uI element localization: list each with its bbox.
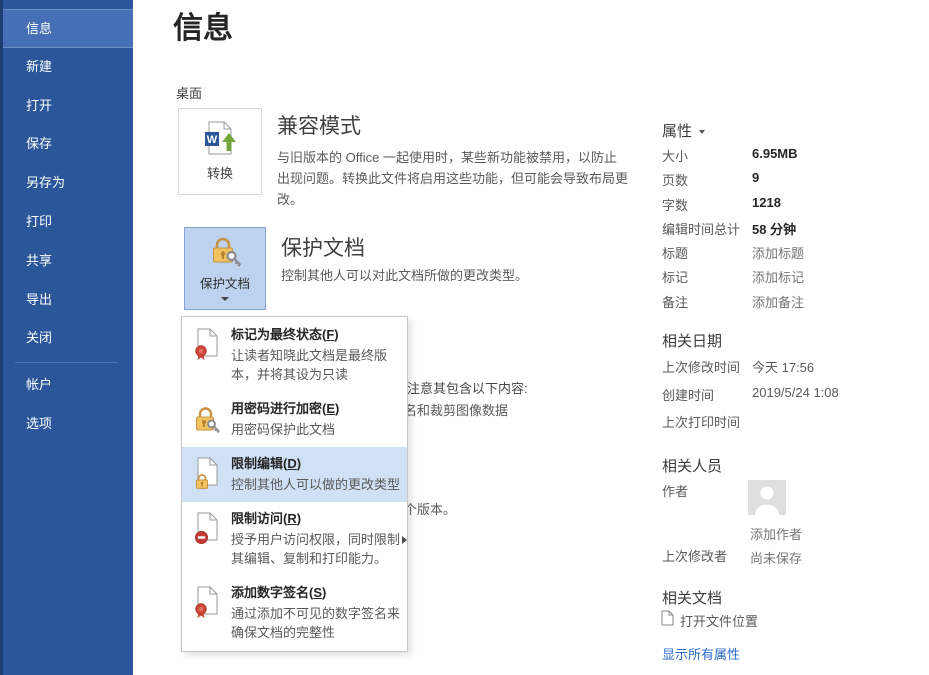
add-title-field[interactable]: 添加标题 <box>752 243 804 262</box>
menu-item-restrict-editing[interactable]: 限制编辑(D) 控制其他人可以做的更改类型 <box>182 447 407 502</box>
sidebar-item-new[interactable]: 新建 <box>0 48 133 87</box>
properties-rows: 大小 6.95MB 页数 9 字数 1218 编辑时间总计 58 分钟 标题 添… <box>662 146 922 316</box>
submenu-arrow-icon <box>402 536 407 544</box>
size-value: 6.95MB <box>752 146 798 161</box>
sidebar-divider <box>15 362 118 363</box>
protect-document-description: 控制其他人可以对此文档所做的更改类型。 <box>281 265 528 284</box>
open-file-location-button[interactable]: 打开文件位置 <box>661 610 758 631</box>
document-ribbon-icon <box>194 328 220 360</box>
last-modified-by-label: 上次修改者 <box>662 546 727 565</box>
lock-key-icon <box>194 402 220 434</box>
property-row-comments: 备注 添加备注 <box>662 292 922 316</box>
menu-item-description: 通过添加不可见的数字签名来确保文档的完整性 <box>231 604 402 642</box>
document-lock-icon <box>194 457 220 489</box>
backstage-sidebar: 信息 新建 打开 保存 另存为 打印 共享 导出 关闭 帐户 选项 <box>0 0 133 675</box>
document-ribbon-icon <box>194 586 220 618</box>
property-row-size: 大小 6.95MB <box>662 146 922 170</box>
svg-text:W: W <box>207 134 218 146</box>
related-dates-rows: 上次修改时间 今天 17:56 创建时间 2019/5/24 1:08 上次打印… <box>662 357 922 440</box>
property-row-words: 字数 1218 <box>662 195 922 219</box>
sidebar-item-info[interactable]: 信息 <box>0 9 133 48</box>
related-dates-heading: 相关日期 <box>662 330 722 351</box>
convert-button-label: 转换 <box>207 163 233 182</box>
menu-item-add-digital-signature[interactable]: 添加数字签名(S) 通过添加不可见的数字签名来确保文档的完整性 <box>182 576 407 650</box>
lock-key-icon <box>208 236 242 270</box>
sidebar-item-share[interactable]: 共享 <box>0 242 133 281</box>
sidebar-item-close[interactable]: 关闭 <box>0 319 133 358</box>
chevron-down-icon <box>699 130 705 134</box>
date-row-created: 创建时间 2019/5/24 1:08 <box>662 385 922 413</box>
sidebar-item-save-as[interactable]: 另存为 <box>0 164 133 203</box>
protect-document-heading: 保护文档 <box>281 232 365 262</box>
inspect-document-item-fragment: 名和裁剪图像数据 <box>404 400 508 419</box>
word-convert-icon: W <box>201 121 239 158</box>
sidebar-item-export[interactable]: 导出 <box>0 281 133 320</box>
sidebar-item-save[interactable]: 保存 <box>0 125 133 164</box>
pages-value: 9 <box>752 170 759 185</box>
menu-item-title: 标记为最终状态(F) <box>231 327 402 343</box>
sidebar-item-options[interactable]: 选项 <box>0 405 133 444</box>
editing-time-value: 58 分钟 <box>752 219 796 238</box>
document-no-entry-icon <box>194 512 220 544</box>
menu-item-title: 用密码进行加密(E) <box>231 401 402 417</box>
created-value: 2019/5/24 1:08 <box>752 385 839 400</box>
window-edge <box>0 0 3 675</box>
sidebar-item-print[interactable]: 打印 <box>0 203 133 242</box>
add-author-field[interactable]: 添加作者 <box>750 524 802 543</box>
menu-item-title: 限制访问(R) <box>231 511 402 527</box>
menu-item-encrypt-with-password[interactable]: 用密码进行加密(E) 用密码保护此文档 <box>182 392 407 447</box>
property-row-pages: 页数 9 <box>662 170 922 194</box>
last-modified-by-value: 尚未保存 <box>750 548 802 567</box>
menu-item-description: 授予用户访问权限，同时限制其编辑、复制和打印能力。 <box>231 530 402 568</box>
chevron-down-icon <box>221 297 229 301</box>
add-tags-field[interactable]: 添加标记 <box>752 267 804 286</box>
property-row-editing-time: 编辑时间总计 58 分钟 <box>662 219 922 243</box>
compatibility-mode-description: 与旧版本的 Office 一起使用时，某些新功能被禁用，以防止出现问题。转换此文… <box>277 147 629 210</box>
property-row-title: 标题 添加标题 <box>662 243 922 267</box>
menu-item-title: 限制编辑(D) <box>231 456 402 472</box>
date-row-last-printed: 上次打印时间 <box>662 412 922 440</box>
inspect-document-intro-fragment: 注意其包含以下内容: <box>407 378 528 397</box>
related-documents-heading: 相关文档 <box>662 587 722 608</box>
file-icon <box>661 610 674 631</box>
protect-button-label: 保护文档 <box>200 273 250 292</box>
last-modified-value: 今天 17:56 <box>752 357 814 376</box>
compatibility-mode-heading: 兼容模式 <box>277 110 361 140</box>
menu-item-mark-as-final[interactable]: 标记为最终状态(F) 让读者知晓此文档是最终版本，并将其设为只读 <box>182 318 407 392</box>
date-row-last-modified: 上次修改时间 今天 17:56 <box>662 357 922 385</box>
protect-document-button[interactable]: 保护文档 <box>184 227 266 310</box>
author-avatar[interactable] <box>748 480 786 515</box>
sidebar-item-account[interactable]: 帐户 <box>0 366 133 405</box>
author-label: 作者 <box>662 481 688 500</box>
sidebar-item-open[interactable]: 打开 <box>0 87 133 126</box>
protect-document-dropdown: 标记为最终状态(F) 让读者知晓此文档是最终版本，并将其设为只读 用密码进行加密… <box>181 316 408 652</box>
convert-button[interactable]: W 转换 <box>178 108 262 195</box>
page-title: 信息 <box>173 3 233 47</box>
word-backstage-info: 信息 新建 打开 保存 另存为 打印 共享 导出 关闭 帐户 选项 信息 桌面 … <box>0 0 929 675</box>
manage-versions-fragment: 个版本。 <box>404 499 456 518</box>
add-comments-field[interactable]: 添加备注 <box>752 292 804 311</box>
menu-item-description: 让读者知晓此文档是最终版本，并将其设为只读 <box>231 346 402 384</box>
properties-header[interactable]: 属性 <box>662 120 705 141</box>
menu-item-title: 添加数字签名(S) <box>231 585 402 601</box>
words-value: 1218 <box>752 195 781 210</box>
menu-item-description: 控制其他人可以做的更改类型 <box>231 475 402 494</box>
property-row-tags: 标记 添加标记 <box>662 267 922 291</box>
related-people-heading: 相关人员 <box>662 455 722 476</box>
menu-item-restrict-access[interactable]: 限制访问(R) 授予用户访问权限，同时限制其编辑、复制和打印能力。 <box>182 502 407 576</box>
show-all-properties-link[interactable]: 显示所有属性 <box>662 644 740 663</box>
menu-item-description: 用密码保护此文档 <box>231 420 402 439</box>
document-location-label: 桌面 <box>176 83 202 102</box>
